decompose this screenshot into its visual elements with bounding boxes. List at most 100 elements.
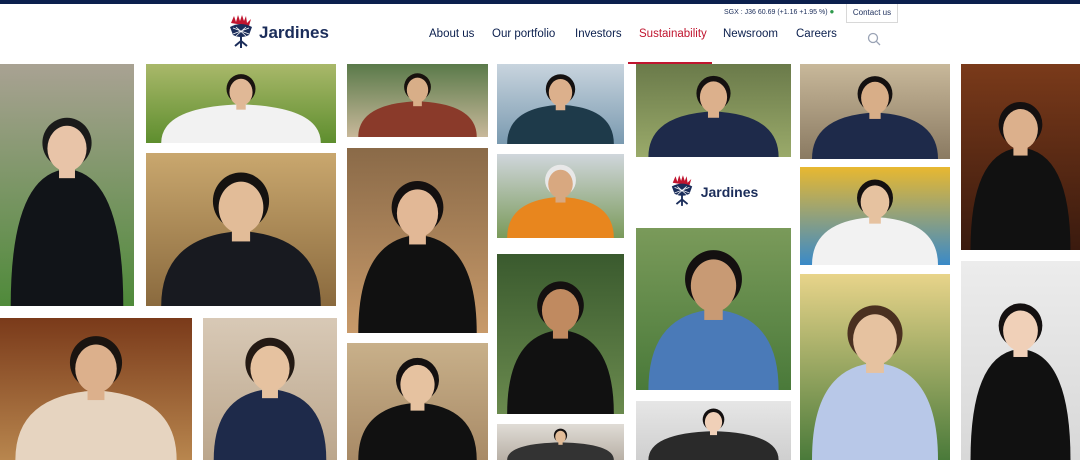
- person-body: [648, 431, 779, 460]
- person-face: [704, 412, 723, 433]
- person-silhouette: [648, 75, 779, 157]
- person-face: [861, 81, 889, 115]
- person-body: [358, 234, 477, 333]
- person-silhouette: [648, 250, 779, 390]
- person-silhouette: [507, 74, 614, 144]
- person-silhouette: [358, 357, 477, 460]
- person-body: [507, 329, 614, 414]
- gallery-photo: [800, 64, 950, 159]
- person-body: [970, 147, 1071, 250]
- gallery-photo: [0, 64, 134, 306]
- nav-sustainability[interactable]: Sustainability: [639, 28, 707, 40]
- person-body: [812, 112, 938, 159]
- person-silhouette: [507, 281, 614, 414]
- gallery-photo: [497, 424, 624, 460]
- person-body: [358, 101, 477, 137]
- person-silhouette: [507, 428, 614, 460]
- person-body: [970, 348, 1071, 460]
- nav-newsroom[interactable]: Newsroom: [723, 28, 778, 40]
- person-face: [690, 259, 737, 313]
- ticker-label: SGX : J36: [724, 9, 756, 16]
- person-body: [648, 111, 779, 157]
- person-silhouette: [812, 76, 938, 159]
- stock-ticker[interactable]: SGX : J36 60.69 (+1.16 +1.95 %) ●: [724, 7, 834, 16]
- gallery-photo: [0, 318, 192, 460]
- person-body: [507, 442, 614, 460]
- person-body: [812, 216, 938, 265]
- ticker-up-indicator-icon: ●: [829, 7, 835, 16]
- person-face: [860, 185, 890, 219]
- nav-our-portfolio[interactable]: Our portfolio: [492, 28, 555, 40]
- person-silhouette: [507, 164, 614, 238]
- person-face: [548, 169, 573, 199]
- person-silhouette: [648, 408, 779, 460]
- person-body: [507, 196, 614, 238]
- gallery-photo: [636, 228, 791, 390]
- gallery-photo: [146, 153, 336, 306]
- person-silhouette: [970, 303, 1071, 460]
- person-face: [229, 78, 253, 106]
- person-face: [396, 189, 439, 238]
- nav-careers[interactable]: Careers: [796, 28, 837, 40]
- person-face: [75, 344, 117, 393]
- gallery-photo: [146, 64, 336, 143]
- person-silhouette: [15, 336, 177, 460]
- person-silhouette: [161, 172, 321, 306]
- person-body: [15, 390, 177, 460]
- person-body: [161, 231, 321, 306]
- gallery-photo: [203, 318, 337, 460]
- gallery-photo: [961, 261, 1080, 460]
- person-face: [555, 430, 566, 443]
- person-face: [400, 364, 435, 405]
- gallery-photo: [636, 401, 791, 460]
- person-silhouette: [161, 74, 321, 143]
- person-silhouette: [812, 305, 938, 460]
- logo-wordmark: Jardines: [259, 23, 329, 42]
- person-body: [358, 402, 477, 460]
- jardines-logo[interactable]: Jardines: [227, 15, 329, 51]
- gallery-photo: [347, 343, 488, 460]
- person-face: [699, 81, 728, 114]
- gallery-photo: [497, 64, 624, 144]
- person-face: [548, 78, 573, 107]
- thistle-logo-icon: [671, 175, 692, 206]
- person-silhouette: [358, 180, 477, 333]
- gallery-photo: [636, 64, 791, 157]
- person-silhouette: [213, 337, 327, 460]
- person-face: [541, 288, 580, 333]
- person-face: [250, 345, 290, 392]
- person-body: [213, 389, 327, 460]
- gallery-photo: [800, 274, 950, 460]
- gallery-photo: [800, 167, 950, 265]
- brand-card-wordmark: Jardines: [700, 184, 759, 200]
- brand-card: Jardines: [636, 157, 791, 227]
- gallery-photo: [961, 64, 1080, 250]
- person-face: [218, 181, 264, 234]
- ticker-change: (+1.16 +1.95 %): [777, 9, 828, 16]
- person-face: [406, 77, 429, 103]
- thistle-logo-icon: [230, 15, 252, 48]
- search-icon[interactable]: [866, 31, 882, 47]
- person-face: [47, 125, 87, 172]
- person-face: [1003, 109, 1038, 150]
- person-face: [1003, 310, 1038, 351]
- nav-investors[interactable]: Investors: [575, 28, 622, 40]
- person-body: [161, 104, 321, 143]
- ticker-price: 60.69: [757, 9, 776, 16]
- person-body: [507, 104, 614, 144]
- person-body: [812, 362, 938, 460]
- gallery-photo: [347, 148, 488, 333]
- person-silhouette: [970, 101, 1071, 250]
- person-silhouette: [10, 117, 124, 306]
- person-face: [853, 314, 897, 366]
- person-body: [648, 309, 779, 390]
- person-silhouette: [358, 73, 477, 137]
- gallery-photo: [347, 64, 488, 137]
- gallery-photo: [497, 154, 624, 238]
- nav-about-us[interactable]: About us: [429, 28, 474, 40]
- person-silhouette: [812, 179, 938, 265]
- site-header: Jardines SGX : J36 60.69 (+1.16 +1.95 %)…: [0, 4, 1080, 64]
- gallery-photo: [497, 254, 624, 414]
- contact-us-link[interactable]: Contact us: [846, 4, 898, 23]
- person-body: [10, 169, 124, 306]
